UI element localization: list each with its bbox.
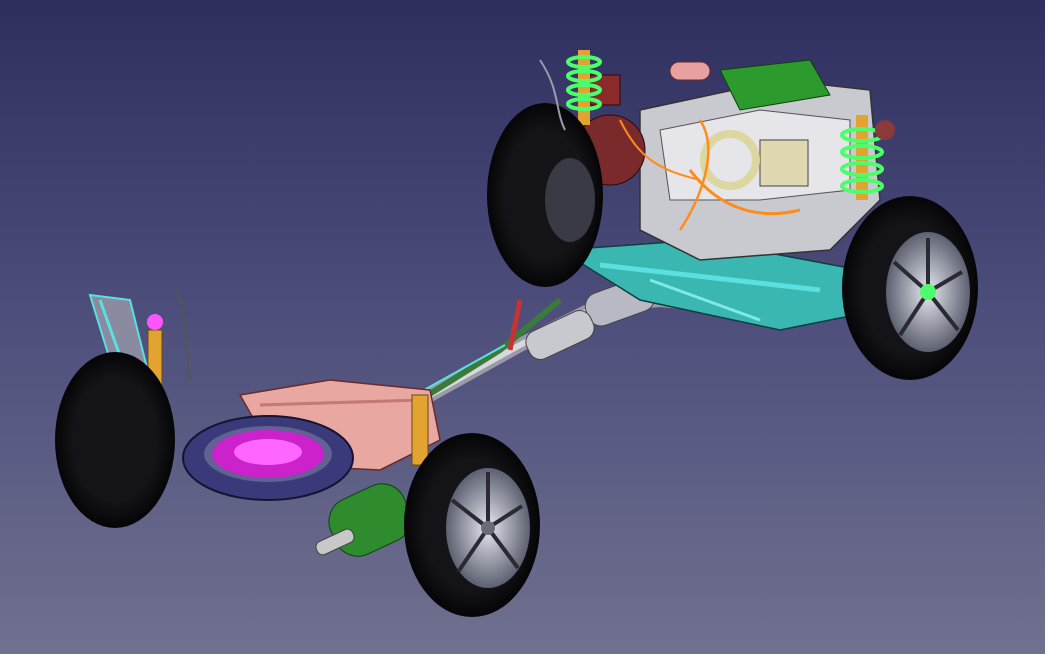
rear-muffler[interactable] (314, 476, 419, 564)
cad-3d-viewport[interactable] (0, 0, 1045, 654)
front-left-spring[interactable] (566, 50, 602, 125)
rear-right-shock[interactable] (411, 394, 429, 466)
wheel-rear-left[interactable] (55, 352, 175, 528)
wheel-front-left[interactable] (487, 103, 603, 287)
vehicle-chassis-model[interactable] (0, 0, 1045, 654)
wiring-harness (175, 59, 701, 381)
wheel-rear-right[interactable] (404, 433, 540, 617)
spare-tire[interactable] (182, 415, 354, 501)
wheel-front-right[interactable] (842, 196, 978, 380)
